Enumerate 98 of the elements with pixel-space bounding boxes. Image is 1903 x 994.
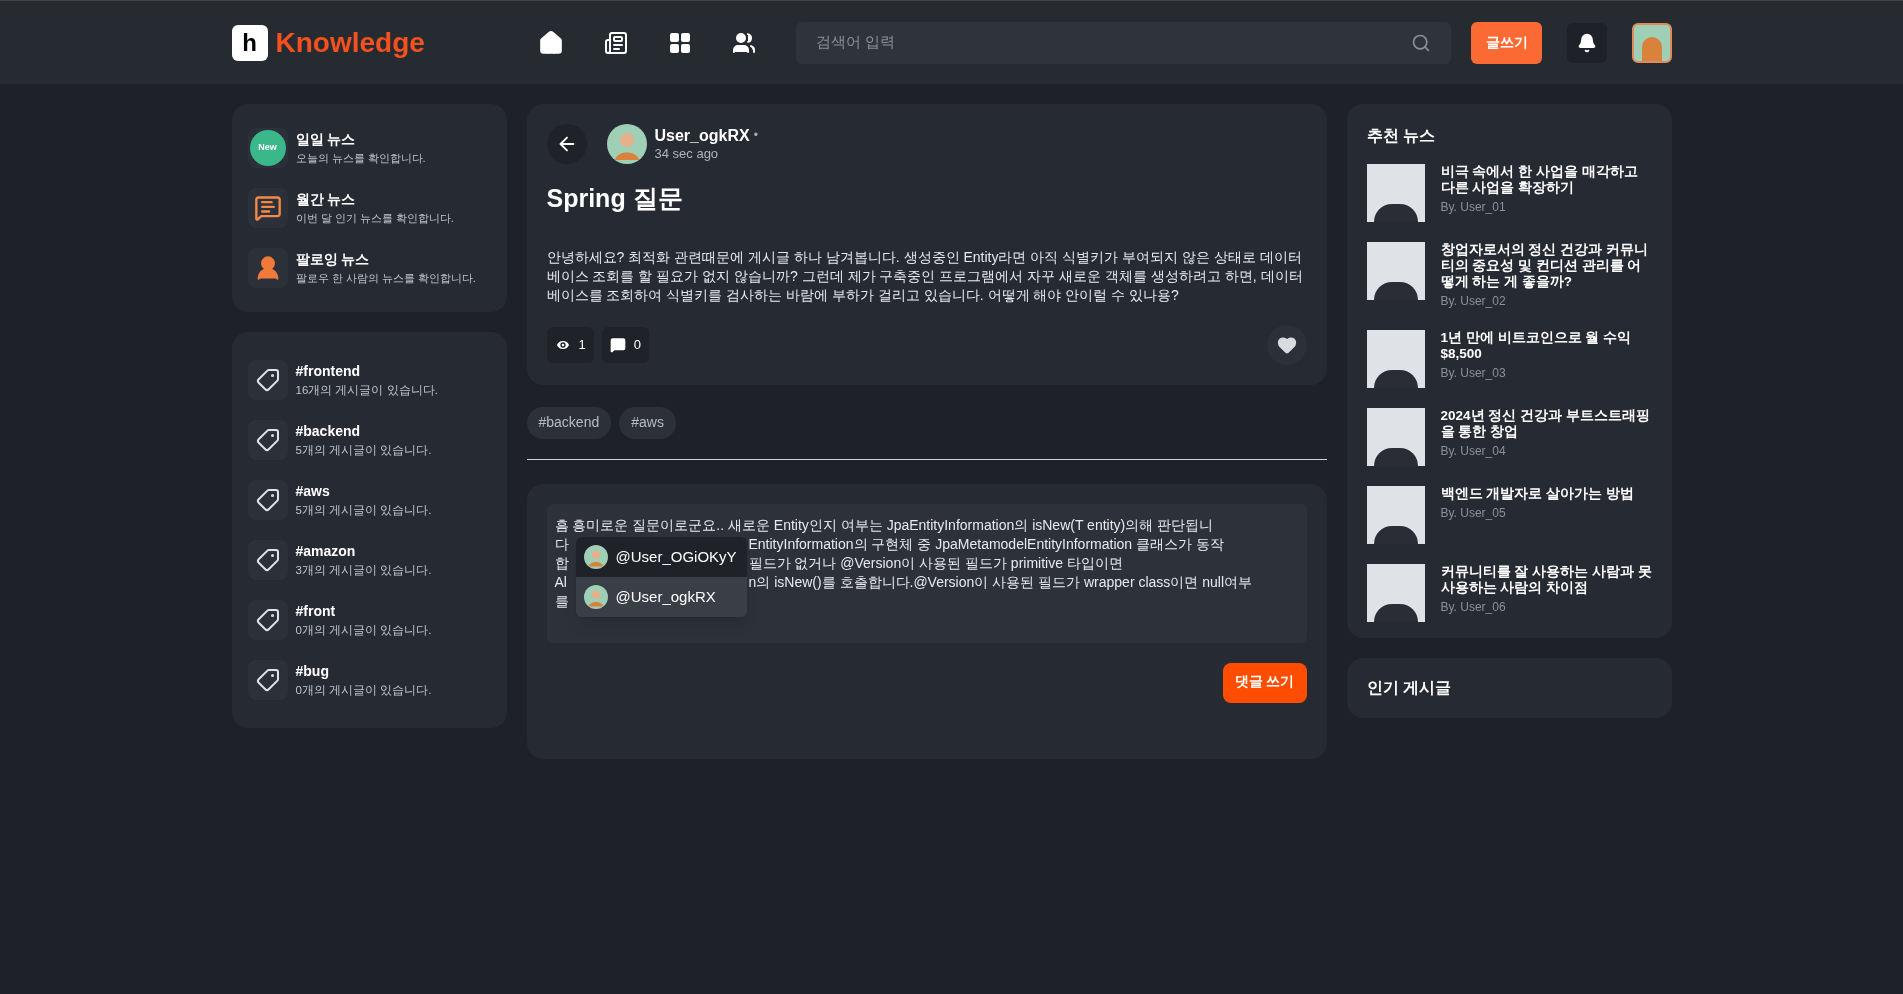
tag-count: 16개의 게시글이 있습니다. xyxy=(295,382,438,398)
comment-text: EntityInformation의 구현체 중 JpaMetamodelEntityInformation 클래스가 동작 xyxy=(748,534,1224,554)
news-author: By. User_04 xyxy=(1440,443,1507,460)
mention-option[interactable]: @User_ogkRX xyxy=(575,576,747,617)
photo-placeholder xyxy=(1366,330,1425,388)
mention-option[interactable]: @User_OGiOKyY xyxy=(575,536,747,577)
menu-title: 팔로잉 뉴스 xyxy=(295,250,371,270)
menu-description: 이번 달 인기 뉴스를 확인합니다. xyxy=(295,211,454,227)
notification-button[interactable] xyxy=(1567,22,1607,63)
bell-icon xyxy=(1577,32,1598,53)
menu-title: 월간 뉴스 xyxy=(295,190,357,210)
news-author: By. User_02 xyxy=(1440,293,1507,310)
section-title: 인기 게시글 xyxy=(1366,678,1452,698)
profile-avatar[interactable] xyxy=(1631,22,1672,63)
news-title: 비극 속에서 한 사업을 매각하고 다른 사업을 확장하기 xyxy=(1440,164,1639,196)
tag-name: #bug xyxy=(295,661,330,681)
tag-icon xyxy=(255,368,280,392)
tag-item[interactable]: #bug 0개의 게시글이 있습니다. xyxy=(247,660,491,700)
photo-placeholder xyxy=(1366,242,1425,300)
news-item[interactable]: 커뮤니티를 잘 사용하는 사람과 못 사용하는 사람의 차이점 By. User_06 xyxy=(1366,564,1652,622)
comment-input[interactable] xyxy=(546,503,1307,643)
menu-description: 오늘의 뉴스를 확인합니다. xyxy=(295,151,426,167)
tag-icon xyxy=(255,548,280,572)
menu-title: 일일 뉴스 xyxy=(295,130,357,150)
news-item[interactable]: 창업자로서의 정신 건강과 커뮤니티의 중요성 및 컨디션 관리를 어떻게 하는 게 좋을까? By. User_02 xyxy=(1366,242,1652,310)
photo-placeholder xyxy=(1366,564,1425,622)
logo-text[interactable]: Knowledge xyxy=(275,21,425,64)
news-title: 창업자로서의 정신 건강과 커뮤니티의 중요성 및 컨디션 관리를 어떻게 하는 게 좋을까? xyxy=(1440,242,1649,290)
tag-item[interactable]: #front 0개의 게시글이 있습니다. xyxy=(247,600,491,640)
newspaper-icon[interactable] xyxy=(604,30,629,55)
tag-item[interactable]: #backend 5개의 게시글이 있습니다. xyxy=(247,420,491,460)
section-title: 추천 뉴스 xyxy=(1366,126,1436,146)
new-badge-icon: New xyxy=(249,130,286,166)
users-icon[interactable] xyxy=(732,30,757,55)
tag-item[interactable]: #frontend 16개의 게시글이 있습니다. xyxy=(247,360,491,400)
home-icon[interactable] xyxy=(538,29,565,56)
photo-placeholder xyxy=(1366,164,1425,222)
news-menu-item[interactable]: New 일일 뉴스 오늘의 뉴스를 확인합니다. xyxy=(247,128,491,168)
news-title: 백엔드 개발자로 살아가는 방법 xyxy=(1440,486,1634,502)
news-author: By. User_05 xyxy=(1440,505,1507,522)
news-author: By. User_03 xyxy=(1440,365,1507,382)
news-menu-item[interactable]: 월간 뉴스 이번 달 인기 뉴스를 확인합니다. xyxy=(247,188,491,228)
news-title: 1년 만에 비트코인으로 월 수익 $8,500 xyxy=(1440,330,1632,362)
post-title: Spring 질문 xyxy=(546,183,684,214)
tag-count: 5개의 게시글이 있습니다. xyxy=(295,442,432,458)
comment-text: 필드가 없거나 @Version이 사용된 필드가 primitive 타입이면 xyxy=(748,553,1123,573)
tag-icon xyxy=(255,428,280,452)
tag-count: 0개의 게시글이 있습니다. xyxy=(295,622,432,638)
search-field[interactable]: 검색어 입력 xyxy=(796,21,1452,64)
author-avatar xyxy=(606,124,647,164)
separator-dot: • xyxy=(753,128,758,144)
tag-name: #aws xyxy=(295,481,331,501)
user-avatar xyxy=(583,584,608,609)
menu-description: 팔로우 한 사람의 뉴스를 확인합니다. xyxy=(295,271,476,287)
back-button[interactable] xyxy=(546,124,587,164)
comment-text: 흠 흥미로운 질문이로군요.. 새로운 Entity인지 여부는 JpaEntityInformation의 isNew(T entity)의해 판단됩니 xyxy=(554,515,1214,535)
post-body: 안녕하세요? 최적화 관련때문에 게시글 하나 남겨봅니다. 생성중인 Entity라면 아직 식별키가 부여되지 않은 상태로 데이터베이스 조회를 할 필요가 없지 않습니까? 그런데 제가 구축중인 프로그램에서 자꾸 새로운 객체를 생성하려고 하면, 데이터베이스를 조회하여 식별키를 검사하는 바람에 부하가 걸리고 있습니다. 어떻게 해야 안이럴 수 있나용? xyxy=(546,247,1304,305)
speech-bubble-icon xyxy=(609,336,626,353)
post-tag[interactable]: #aws xyxy=(619,406,676,439)
comment-text: 다 xyxy=(554,534,569,554)
tag-icon xyxy=(255,608,280,632)
comment-count: 0 xyxy=(601,326,649,363)
news-title: 2024년 정신 건강과 부트스트래핑을 통한 창업 xyxy=(1440,408,1651,440)
tag-name: #front xyxy=(295,601,337,621)
tag-count: 3개의 게시글이 있습니다. xyxy=(295,562,432,578)
news-item[interactable]: 1년 만에 비트코인으로 월 수익 $8,500 By. User_03 xyxy=(1366,330,1652,388)
view-count: 1 xyxy=(546,326,594,363)
tag-name: #frontend xyxy=(295,361,362,381)
news-item[interactable]: 비극 속에서 한 사업을 매각하고 다른 사업을 확장하기 By. User_01 xyxy=(1366,164,1652,222)
photo-placeholder xyxy=(1366,486,1425,544)
photo-placeholder xyxy=(1366,408,1425,466)
comment-text: 를 xyxy=(554,591,569,611)
author-name[interactable]: User_ogkRX xyxy=(654,125,750,146)
news-author: By. User_06 xyxy=(1440,599,1507,616)
tag-count: 5개의 게시글이 있습니다. xyxy=(295,502,432,518)
tag-icon xyxy=(255,668,280,692)
logo-mark[interactable]: h xyxy=(231,24,268,61)
grid-icon[interactable] xyxy=(668,30,693,55)
user-avatar xyxy=(583,544,608,569)
tag-count: 0개의 게시글이 있습니다. xyxy=(295,682,432,698)
search-input[interactable]: 검색어 입력 xyxy=(816,31,1412,54)
news-item[interactable]: 2024년 정신 건강과 부트스트래핑을 통한 창업 By. User_04 xyxy=(1366,408,1652,466)
post-tag[interactable]: #backend xyxy=(526,406,612,439)
search-icon[interactable] xyxy=(1411,32,1432,53)
tag-name: #amazon xyxy=(295,541,357,561)
tag-item[interactable]: #aws 5개의 게시글이 있습니다. xyxy=(247,480,491,520)
tag-item[interactable]: #amazon 3개의 게시글이 있습니다. xyxy=(247,540,491,580)
tag-name: #backend xyxy=(295,421,362,441)
tag-icon xyxy=(255,488,280,512)
news-title: 커뮤니티를 잘 사용하는 사람과 못 사용하는 사람의 차이점 xyxy=(1440,564,1652,596)
comment-text: Al xyxy=(554,572,567,592)
news-author: By. User_01 xyxy=(1440,199,1507,216)
heart-icon xyxy=(1276,334,1297,355)
post-time: 34 sec ago xyxy=(654,145,720,163)
news-item[interactable]: 백엔드 개발자로 살아가는 방법 By. User_05 xyxy=(1366,486,1652,544)
comment-text: 합 xyxy=(554,553,569,573)
news-menu-item[interactable]: 팔로잉 뉴스 팔로우 한 사람의 뉴스를 확인합니다. xyxy=(247,248,491,288)
comment-text: n의 isNew()를 호출합니다.@Version이 사용된 필드가 wrapper class이면 null여부 xyxy=(748,572,1253,592)
